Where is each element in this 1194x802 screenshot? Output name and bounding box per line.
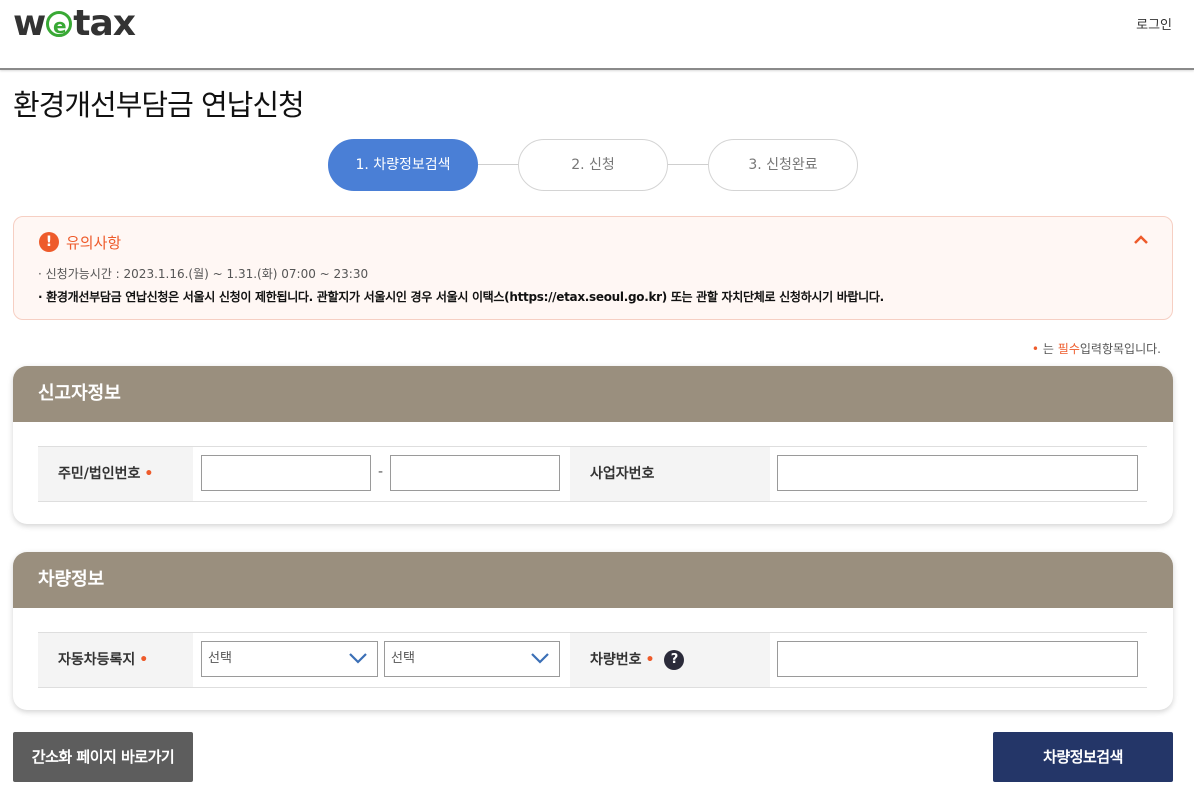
plate-number-input[interactable]: [777, 641, 1138, 677]
registration-region-label: 자동차등록지 •: [38, 633, 193, 687]
region-select-1-value: 선택: [208, 651, 232, 666]
business-number-input[interactable]: [777, 455, 1138, 491]
exclamation-icon: !: [39, 232, 59, 252]
vehicle-search-button[interactable]: 차량정보검색: [993, 732, 1173, 782]
plate-number-label: 차량번호 •?: [570, 633, 770, 687]
business-number-label: 사업자번호: [570, 447, 770, 501]
required-note-emphasis: 필수: [1057, 342, 1080, 356]
wetax-logo[interactable]: w e tax: [13, 3, 136, 44]
notice-box: ! 유의사항 · 신청가능시간 : 2023.1.16.(월) ~ 1.31.(…: [13, 216, 1173, 320]
vehicle-row: 자동차등록지 • 선택 선택 차량번호 •?: [38, 632, 1147, 688]
resident-id-front-input[interactable]: [201, 455, 371, 491]
logo-tax: tax: [73, 3, 136, 44]
required-dot: •: [1031, 342, 1039, 356]
chevron-down-icon: [349, 653, 367, 664]
login-link[interactable]: 로그인: [1136, 14, 1172, 33]
reporter-info-title: 신고자정보: [13, 366, 1173, 422]
step-1-vehicle-search: 1. 차량정보검색: [328, 139, 478, 191]
step-2-apply: 2. 신청: [518, 139, 668, 191]
notice-seoul-restriction: · 환경개선부담금 연납신청은 서울시 신청이 제한됩니다. 관할지가 서울시인…: [38, 290, 884, 304]
page-title: 환경개선부담금 연납신청: [13, 88, 305, 122]
resident-id-label: 주민/법인번호 •: [38, 447, 193, 501]
chevron-up-icon[interactable]: [1134, 233, 1148, 247]
region-select-1[interactable]: 선택: [201, 641, 378, 677]
help-icon[interactable]: ?: [664, 650, 685, 670]
region-select-2-value: 선택: [391, 651, 415, 666]
vehicle-info-panel: 차량정보 자동차등록지 • 선택 선택 차량번호 •?: [13, 552, 1173, 710]
plate-number-label-text: 차량번호: [590, 652, 642, 668]
vehicle-info-title: 차량정보: [13, 552, 1173, 608]
required-mark: •: [645, 652, 655, 668]
required-mark: •: [144, 466, 154, 482]
id-dash: -: [378, 464, 384, 480]
resident-id-label-text: 주민/법인번호: [58, 466, 141, 482]
registration-region-label-text: 자동차등록지: [58, 652, 136, 668]
simplified-page-button[interactable]: 간소화 페이지 바로가기: [13, 732, 193, 782]
notice-application-period: · 신청가능시간 : 2023.1.16.(월) ~ 1.31.(화) 07:0…: [38, 267, 369, 281]
region-select-2[interactable]: 선택: [384, 641, 560, 677]
required-mark: •: [139, 652, 149, 668]
chevron-down-icon: [531, 653, 549, 664]
site-header: w e tax 로그인: [0, 0, 1194, 70]
reporter-info-panel: 신고자정보 주민/법인번호 • - 사업자번호: [13, 366, 1173, 524]
step-connector: [668, 164, 708, 165]
required-note-pre: 는: [1042, 342, 1054, 356]
logo-e: e: [46, 11, 73, 38]
step-3-complete: 3. 신청완료: [708, 139, 858, 191]
resident-id-back-input[interactable]: [390, 455, 560, 491]
required-field-note: • 는 필수입력항목입니다.: [1032, 340, 1161, 357]
logo-w: w: [13, 3, 46, 44]
step-connector: [478, 164, 518, 165]
notice-title: 유의사항: [66, 234, 122, 252]
reporter-row: 주민/법인번호 • - 사업자번호: [38, 446, 1147, 502]
required-note-post: 입력항목입니다.: [1079, 342, 1161, 356]
